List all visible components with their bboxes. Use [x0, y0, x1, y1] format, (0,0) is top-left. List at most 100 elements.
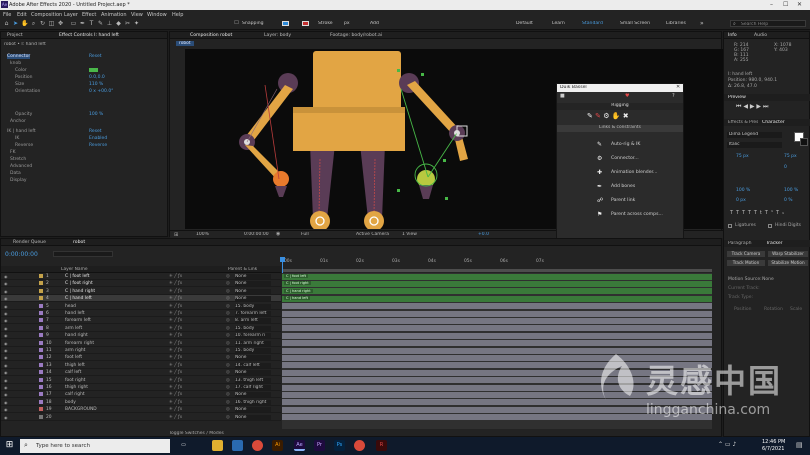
parent-pick-whip-icon[interactable]: ◎	[226, 274, 230, 279]
pan-tool-icon[interactable]: ✥	[57, 20, 64, 27]
type-tool-icon[interactable]: T	[88, 20, 95, 27]
parent-pick-whip-icon[interactable]: ◎	[226, 415, 230, 420]
track-motion-button[interactable]: Track Motion	[727, 260, 765, 266]
label-color-swatch[interactable]	[39, 340, 43, 345]
close-icon[interactable]: ✕	[797, 1, 802, 8]
layer-switches[interactable]: ✳ ╱ ƒx	[169, 355, 182, 360]
ligatures-checkbox[interactable]	[728, 224, 732, 228]
layer-parent-dropdown[interactable]: 17. calf right	[235, 385, 271, 390]
layer-parent-dropdown[interactable]: None	[235, 392, 271, 398]
layer-row[interactable]: ◉ 3 C | hand right ✳ ╱ ƒx ◎ None	[1, 288, 281, 295]
layer-track-bar[interactable]: C | hand left	[282, 295, 712, 302]
effect-row-value[interactable]: 0.0,0.0	[89, 75, 105, 80]
roto-tool-icon[interactable]: ✂	[124, 20, 131, 27]
layer-switches[interactable]: ✳ ╱ ƒx	[169, 281, 182, 286]
superscript-button[interactable]: T¹	[765, 210, 776, 216]
layer-row[interactable]: ◉ 9 hand right ✳ ╱ ƒx ◎ 10. forearm ri	[1, 332, 281, 340]
layer-parent-dropdown[interactable]: None	[235, 355, 271, 361]
hindi-digits-checkbox[interactable]	[768, 224, 772, 228]
playhead-handle[interactable]	[280, 257, 285, 262]
rig-ik-icon[interactable]: ✎	[587, 112, 593, 120]
rig-tools-icon[interactable]: ✖	[623, 112, 629, 120]
chrome-icon[interactable]	[252, 440, 263, 451]
selection-tool-icon[interactable]: ➤	[12, 20, 19, 27]
minimize-icon[interactable]: –	[770, 1, 773, 8]
eye-icon[interactable]: ◉	[4, 274, 8, 279]
layer-track-bar[interactable]: C | foot right	[282, 280, 712, 287]
brush-tool-icon[interactable]: ✎	[97, 20, 104, 27]
eye-icon[interactable]: ◉	[4, 355, 8, 360]
tab-project[interactable]: Project	[7, 33, 23, 38]
effect-row-value[interactable]: Enabled	[89, 136, 107, 141]
layer-parent-dropdown[interactable]: 11. arm right	[235, 340, 271, 346]
menu-layer[interactable]: Layer	[64, 12, 78, 18]
layer-name-column[interactable]: Layer Name	[61, 267, 88, 272]
label-color-swatch[interactable]	[39, 370, 43, 375]
stamp-tool-icon[interactable]: ⊥	[106, 20, 113, 27]
comp-name-chip[interactable]: robot	[176, 41, 194, 46]
stroke-color-swatch[interactable]	[800, 138, 808, 146]
timeline-search-field[interactable]	[53, 251, 113, 257]
parent-pick-whip-icon[interactable]: ◎	[226, 289, 230, 294]
layer-name[interactable]: head	[65, 304, 76, 309]
layer-name[interactable]: body	[65, 400, 76, 405]
eye-icon[interactable]: ◉	[4, 392, 8, 397]
layer-switches[interactable]: ✳ ╱ ƒx	[169, 415, 182, 420]
resolution-dropdown[interactable]: Full	[301, 232, 309, 237]
add-label[interactable]: Add	[370, 21, 379, 26]
effect-row-value[interactable]: Reset	[89, 129, 102, 134]
label-color-swatch[interactable]	[39, 311, 43, 315]
layer-parent-dropdown[interactable]: 8. arm left	[235, 318, 271, 324]
zoom-tool-icon[interactable]: ⌕	[30, 20, 37, 27]
stroke-swatch[interactable]	[302, 21, 309, 26]
layer-row[interactable]: ◉ 20 ✳ ╱ ƒx ◎ None	[1, 414, 281, 421]
layer-switches[interactable]: ✳ ╱ ƒx	[169, 385, 182, 390]
layer-track-bar[interactable]: C | hand right	[282, 288, 712, 295]
eye-icon[interactable]: ◉	[4, 304, 8, 309]
rotation-check-label[interactable]: Rotation	[764, 307, 783, 312]
pen-tool-icon[interactable]: ✒	[79, 20, 86, 27]
layer-parent-dropdown[interactable]: 7. forearm left	[235, 311, 271, 316]
layer-name[interactable]: C | foot right	[65, 281, 93, 286]
layer-parent-dropdown[interactable]: None	[235, 281, 271, 287]
rig-bone-icon[interactable]: ✎	[595, 112, 601, 120]
layer-row[interactable]: ◉ 14 calf left ✳ ╱ ƒx ◎ None	[1, 369, 281, 377]
tab-effects-presets[interactable]: Effects & Presets	[728, 120, 758, 125]
menu-window[interactable]: Window	[147, 12, 167, 18]
exposure-value[interactable]: +0.0	[478, 232, 489, 237]
fill-swatch[interactable]	[282, 21, 289, 26]
layer-track-bar[interactable]	[282, 325, 712, 332]
eye-icon[interactable]: ◉	[4, 341, 8, 346]
eye-icon[interactable]: ◉	[4, 333, 8, 338]
layer-switches[interactable]: ✳ ╱ ƒx	[169, 348, 182, 353]
tab-render-queue[interactable]: Render Queue	[13, 240, 46, 245]
menu-animation[interactable]: Animation	[101, 12, 127, 18]
parent-link-column[interactable]: Parent & Link	[228, 267, 257, 272]
layer-switches[interactable]: ✳ ╱ ƒx	[169, 400, 182, 405]
label-color-swatch[interactable]	[39, 385, 43, 389]
eye-icon[interactable]: ◉	[4, 326, 8, 331]
label-color-swatch[interactable]	[39, 325, 43, 330]
stabilize-motion-button[interactable]: Stabilize Motion	[768, 260, 808, 266]
parent-pick-whip-icon[interactable]: ◎	[226, 311, 230, 316]
parent-pick-whip-icon[interactable]: ◎	[226, 326, 230, 331]
snapshot-icon[interactable]: ◉	[276, 231, 280, 237]
layer-parent-dropdown[interactable]: None	[235, 370, 271, 376]
workspace-more-icon[interactable]: »	[700, 20, 704, 27]
layer-row[interactable]: ◉ 13 thigh left ✳ ╱ ƒx ◎ 14. calf left	[1, 362, 281, 369]
effect-row-value[interactable]: Reverse	[89, 143, 107, 148]
label-color-swatch[interactable]	[39, 333, 43, 338]
duik-home-icon[interactable]: ■	[560, 93, 565, 99]
font-size-value[interactable]: 75 px	[736, 154, 749, 159]
menu-edit[interactable]: Edit	[17, 12, 27, 18]
eye-icon[interactable]: ◉	[4, 415, 8, 420]
label-color-swatch[interactable]	[39, 274, 43, 278]
layer-switches[interactable]: ✳ ╱ ƒx	[169, 370, 182, 375]
parent-pick-whip-icon[interactable]: ◎	[226, 392, 230, 397]
layer-switches[interactable]: ✳ ╱ ƒx	[169, 311, 182, 316]
tracking-value[interactable]: 0	[784, 165, 787, 170]
layer-switches[interactable]: ✳ ╱ ƒx	[169, 333, 182, 338]
comp-timecode[interactable]: 0:00:00:00	[244, 232, 269, 237]
parent-pick-whip-icon[interactable]: ◎	[226, 348, 230, 353]
scale-h-value[interactable]: 100 %	[784, 188, 798, 193]
